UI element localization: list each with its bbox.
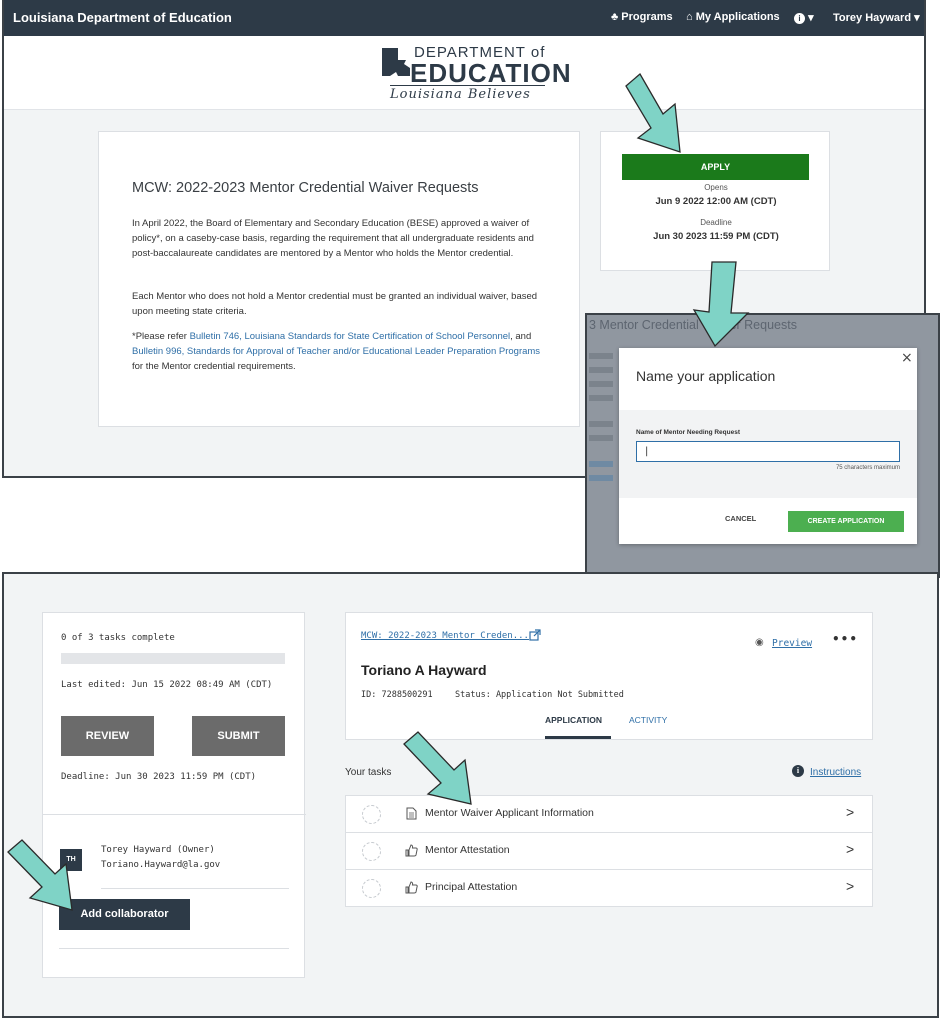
- arrow-to-first-task-icon: [403, 731, 472, 805]
- arrow-to-apply-icon: [625, 72, 681, 153]
- annotation-arrows: [7, 72, 750, 911]
- arrow-to-dialog-icon: [692, 261, 750, 348]
- arrow-to-add-collaborator-icon: [7, 839, 73, 911]
